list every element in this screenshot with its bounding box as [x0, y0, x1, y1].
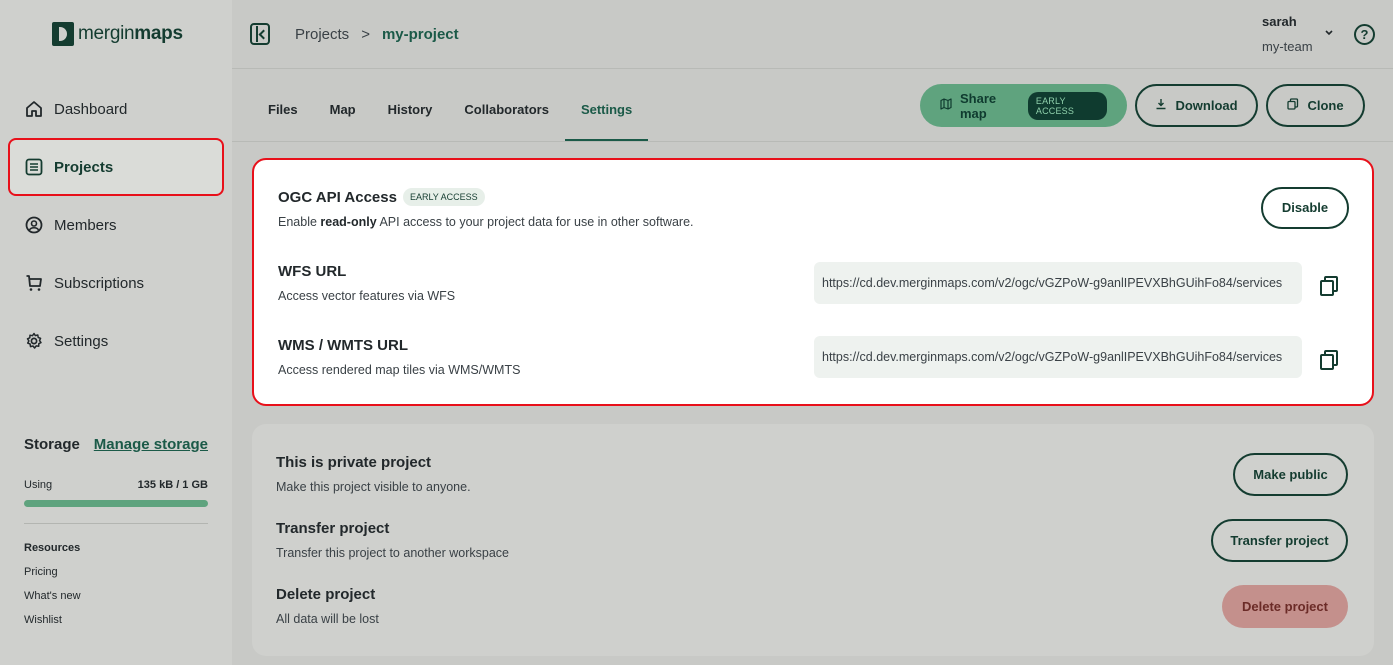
- transfer-description: Transfer this project to another workspa…: [276, 546, 509, 560]
- clone-label: Clone: [1307, 98, 1344, 113]
- cart-icon: [24, 273, 44, 293]
- tab-settings[interactable]: Settings: [564, 78, 649, 141]
- share-map-label: Share map: [960, 90, 997, 121]
- project-actions: Share map EARLY ACCESS Download Clone: [920, 84, 1365, 127]
- clone-button[interactable]: Clone: [1266, 84, 1365, 127]
- delete-project-button[interactable]: Delete project: [1222, 585, 1348, 628]
- manage-storage-link[interactable]: Manage storage: [94, 436, 208, 453]
- wms-description: Access rendered map tiles via WMS/WMTS: [278, 363, 521, 377]
- project-tabs: Files Map History Collaborators Settings: [252, 78, 649, 141]
- sidebar-item-label: Members: [54, 216, 117, 234]
- download-label: Download: [1175, 98, 1238, 113]
- private-title: This is private project: [276, 454, 432, 471]
- chevron-down-icon[interactable]: [1324, 26, 1334, 40]
- storage-panel: Storage Manage storage Using 135 kB / 1 …: [24, 436, 208, 626]
- breadcrumb-projects[interactable]: Projects: [295, 26, 349, 43]
- tab-map[interactable]: Map: [314, 78, 372, 141]
- wms-url-field[interactable]: https://cd.dev.merginmaps.com/v2/ogc/vGZ…: [814, 336, 1302, 378]
- user-menu[interactable]: sarah my-team: [1262, 14, 1313, 54]
- make-public-button[interactable]: Make public: [1233, 453, 1348, 496]
- logo-text: merginmaps: [78, 23, 183, 44]
- disable-button[interactable]: Disable: [1261, 187, 1349, 229]
- storage-using-value: 135 kB / 1 GB: [137, 479, 208, 491]
- project-settings-card: This is private project Make this projec…: [252, 424, 1374, 656]
- tab-collaborators[interactable]: Collaborators: [448, 78, 565, 141]
- sidebar-item-projects[interactable]: Projects: [8, 138, 224, 196]
- wfs-title: WFS URL: [278, 263, 347, 280]
- clone-icon: [1287, 98, 1299, 113]
- tab-files[interactable]: Files: [252, 78, 314, 141]
- help-icon[interactable]: ?: [1354, 24, 1375, 45]
- top-bar: Projects > my-project sarah my-team ?: [232, 0, 1393, 69]
- tabs-divider: [232, 141, 1393, 142]
- copy-icon[interactable]: [1320, 276, 1338, 296]
- wfs-description: Access vector features via WFS: [278, 289, 456, 303]
- delete-title: Delete project: [276, 586, 376, 603]
- download-icon: [1155, 98, 1167, 113]
- copy-icon[interactable]: [1320, 350, 1338, 370]
- map-icon: [940, 98, 952, 113]
- ogc-description: Enable read-only API access to your proj…: [278, 215, 694, 229]
- tab-history[interactable]: History: [372, 78, 449, 141]
- breadcrumb-separator: >: [361, 26, 370, 43]
- sidebar-nav: Dashboard Projects Members Subscriptions…: [8, 80, 224, 370]
- resource-link-pricing[interactable]: Pricing: [24, 566, 208, 578]
- wms-title: WMS / WMTS URL: [278, 337, 408, 354]
- delete-description: All data will be lost: [276, 612, 379, 626]
- user-name: sarah: [1262, 14, 1297, 29]
- sidebar: merginmaps Dashboard Projects Members Su…: [0, 0, 232, 665]
- resources-title: Resources: [24, 542, 81, 554]
- breadcrumb-current: my-project: [381, 26, 459, 43]
- sidebar-item-label: Dashboard: [54, 100, 128, 118]
- transfer-project-button[interactable]: Transfer project: [1211, 519, 1348, 562]
- gear-icon: [24, 331, 44, 351]
- divider: [24, 523, 208, 524]
- logo-mark-icon: [52, 22, 74, 46]
- storage-progress-bar: [24, 500, 208, 507]
- resource-link-wishlist[interactable]: Wishlist: [24, 614, 208, 626]
- share-map-button[interactable]: Share map EARLY ACCESS: [920, 84, 1127, 127]
- storage-using-label: Using: [24, 479, 53, 491]
- list-icon: [24, 157, 44, 177]
- private-description: Make this project visible to anyone.: [276, 480, 471, 494]
- user-circle-icon: [24, 215, 44, 235]
- download-button[interactable]: Download: [1135, 84, 1258, 127]
- sidebar-item-label: Subscriptions: [54, 274, 145, 292]
- early-access-badge: EARLY ACCESS: [1027, 91, 1107, 120]
- wfs-url-field[interactable]: https://cd.dev.merginmaps.com/v2/ogc/vGZ…: [814, 262, 1302, 304]
- sidebar-item-settings[interactable]: Settings: [8, 312, 224, 370]
- early-access-badge: EARLY ACCESS: [402, 188, 485, 206]
- ogc-api-card: OGC API Access EARLY ACCESS Enable read-o…: [252, 158, 1374, 406]
- ogc-title: OGC API Access EARLY ACCESS: [278, 188, 485, 206]
- storage-title: Storage: [24, 436, 80, 453]
- resource-link-whats-new[interactable]: What's new: [24, 590, 208, 602]
- home-icon: [24, 99, 44, 119]
- logo[interactable]: merginmaps: [52, 22, 183, 46]
- sidebar-item-label: Settings: [54, 332, 109, 350]
- sidebar-item-label: Projects: [54, 158, 114, 176]
- collapse-sidebar-icon[interactable]: [250, 23, 270, 45]
- sidebar-item-dashboard[interactable]: Dashboard: [8, 80, 224, 138]
- sidebar-item-members[interactable]: Members: [8, 196, 224, 254]
- user-team: my-team: [1262, 39, 1313, 54]
- breadcrumb: Projects > my-project: [295, 26, 459, 43]
- sidebar-item-subscriptions[interactable]: Subscriptions: [8, 254, 224, 312]
- transfer-title: Transfer project: [276, 520, 390, 537]
